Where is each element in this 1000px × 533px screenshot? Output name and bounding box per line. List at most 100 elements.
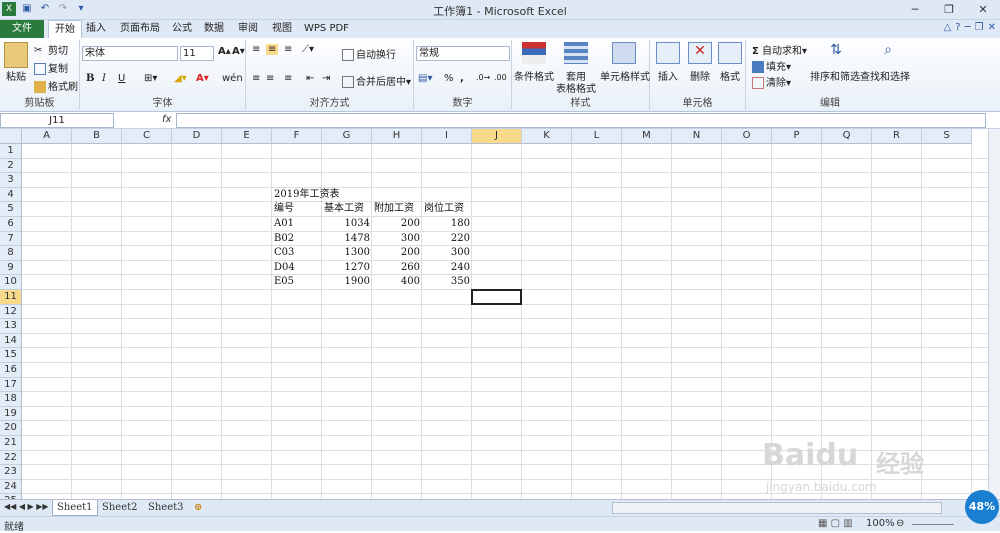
format-cells-icon[interactable] [718,42,742,64]
row-header[interactable]: 22 [0,450,22,466]
column-header[interactable]: O [722,129,772,144]
decrease-decimal-icon[interactable]: .00 [494,73,507,82]
sheet-tab-2[interactable]: Sheet2 [98,500,142,516]
row-header[interactable]: 17 [0,377,22,393]
row-header[interactable]: 16 [0,363,22,378]
column-header[interactable]: D [172,129,222,144]
column-header[interactable]: L [572,129,622,144]
select-all-corner[interactable] [0,129,22,144]
percent-button[interactable]: % [444,73,454,84]
row-header[interactable]: 20 [0,421,22,436]
borders-icon[interactable]: ⊞▾ [144,73,157,84]
close-icon[interactable]: ✕ [966,0,1000,20]
format-cells-button[interactable]: 格式 [720,68,740,83]
view-buttons-icon[interactable]: ▦ ▢ ▥ [818,518,853,529]
autosum-button[interactable]: Σ 自动求和▾ [752,42,807,57]
formula-input[interactable] [176,113,986,128]
help-icon[interactable]: ? [955,22,960,33]
delete-cells-button[interactable]: 删除 [690,68,710,83]
shrink-font-icon[interactable]: A▾ [232,46,245,57]
row-header[interactable]: 12 [0,304,22,320]
column-header[interactable]: R [872,129,922,144]
bold-button[interactable]: B [86,73,94,84]
row-header[interactable]: 9 [0,260,22,276]
row-header[interactable]: 1 [0,144,22,159]
table-cell[interactable]: 基本工资 [324,202,370,216]
align-bottom-icon[interactable]: ≡ [284,44,292,55]
row-header[interactable]: 3 [0,173,22,188]
column-header[interactable]: K [522,129,572,144]
sheet-nav-icon[interactable]: ◀◀ ◀ ▶ ▶▶ [4,502,49,511]
table-cell[interactable]: 300 [424,246,470,260]
tab-insert[interactable]: 插入 [80,20,112,38]
tab-formulas[interactable]: 公式 [166,20,198,38]
align-top-icon[interactable]: ≡ [252,44,260,55]
vertical-scrollbar[interactable] [988,129,1000,499]
column-header[interactable]: P [772,129,822,144]
row-header[interactable]: 15 [0,348,22,363]
doc-restore-icon[interactable]: ❐ [975,22,984,33]
table-cell[interactable]: 400 [374,275,420,289]
font-name-select[interactable]: 宋体 [82,46,178,61]
new-sheet-icon[interactable]: ⊕ [190,500,206,516]
column-header[interactable]: C [122,129,172,144]
insert-function-button[interactable]: fx [162,114,171,125]
fill-color-icon[interactable]: ◢▾ [174,73,187,84]
row-header[interactable]: 8 [0,246,22,261]
row-header[interactable]: 18 [0,392,22,407]
table-cell[interactable]: 350 [424,275,470,289]
paste-icon[interactable] [4,42,28,68]
fill-button[interactable]: 填充▾ [752,58,791,73]
increase-decimal-icon[interactable]: .0→ [476,73,490,82]
column-header[interactable]: B [72,129,122,144]
column-header[interactable]: N [672,129,722,144]
paste-button[interactable]: 粘贴 [6,68,26,83]
orientation-icon[interactable]: ⟋▾ [302,44,314,55]
table-cell[interactable]: 220 [424,232,470,246]
column-header[interactable]: S [922,129,972,144]
table-cell[interactable]: 240 [424,261,470,275]
row-header[interactable]: 13 [0,319,22,334]
number-format-select[interactable]: 常规 [416,46,510,61]
column-header[interactable]: Q [822,129,872,144]
tab-review[interactable]: 审阅 [232,20,264,38]
column-header[interactable]: G [322,129,372,144]
restore-icon[interactable]: ❐ [932,0,966,20]
column-header[interactable]: E [222,129,272,144]
ribbon-minimize-icon[interactable]: △ [944,22,952,33]
align-right-icon[interactable]: ≡ [284,73,292,84]
tab-page-layout[interactable]: 页面布局 [114,20,166,38]
column-header[interactable]: H [372,129,422,144]
delete-cells-icon[interactable]: ✕ [688,42,712,64]
table-cell[interactable]: 200 [374,246,420,260]
row-header[interactable]: 7 [0,231,22,247]
clear-button[interactable]: 清除▾ [752,74,791,89]
row-header[interactable]: 6 [0,217,22,232]
sort-filter-button[interactable]: 排序和筛选 [810,68,860,83]
font-size-select[interactable]: 11 [180,46,214,61]
tab-view[interactable]: 视图 [266,20,298,38]
table-cell[interactable]: A01 [274,217,320,231]
row-header[interactable]: 19 [0,406,22,422]
insert-cells-icon[interactable] [656,42,680,64]
zoom-out-icon[interactable]: ⊖ [896,518,904,529]
row-header[interactable]: 14 [0,333,22,349]
table-cell[interactable]: 260 [374,261,420,275]
align-left-icon[interactable]: ≡ [252,73,260,84]
decrease-indent-icon[interactable]: ⇤ [306,73,314,84]
tab-wps-pdf[interactable]: WPS PDF [298,20,355,38]
table-cell[interactable]: 180 [424,217,470,231]
table-cell[interactable]: 300 [374,232,420,246]
tab-home[interactable]: 开始 [48,20,82,38]
row-header[interactable]: 24 [0,479,22,495]
table-cell[interactable]: D04 [274,261,320,275]
column-header[interactable]: J [472,129,522,144]
font-color-button[interactable]: A▾ [196,73,209,84]
table-cell[interactable]: E05 [274,275,320,289]
table-cell[interactable]: B02 [274,232,320,246]
comma-button[interactable]: , [460,73,464,84]
merge-center-button[interactable]: 合并后居中▾ [342,73,411,88]
column-header[interactable]: M [622,129,672,144]
doc-minimize-icon[interactable]: ─ [965,22,971,33]
format-painter-button[interactable]: 格式刷 [34,78,78,93]
